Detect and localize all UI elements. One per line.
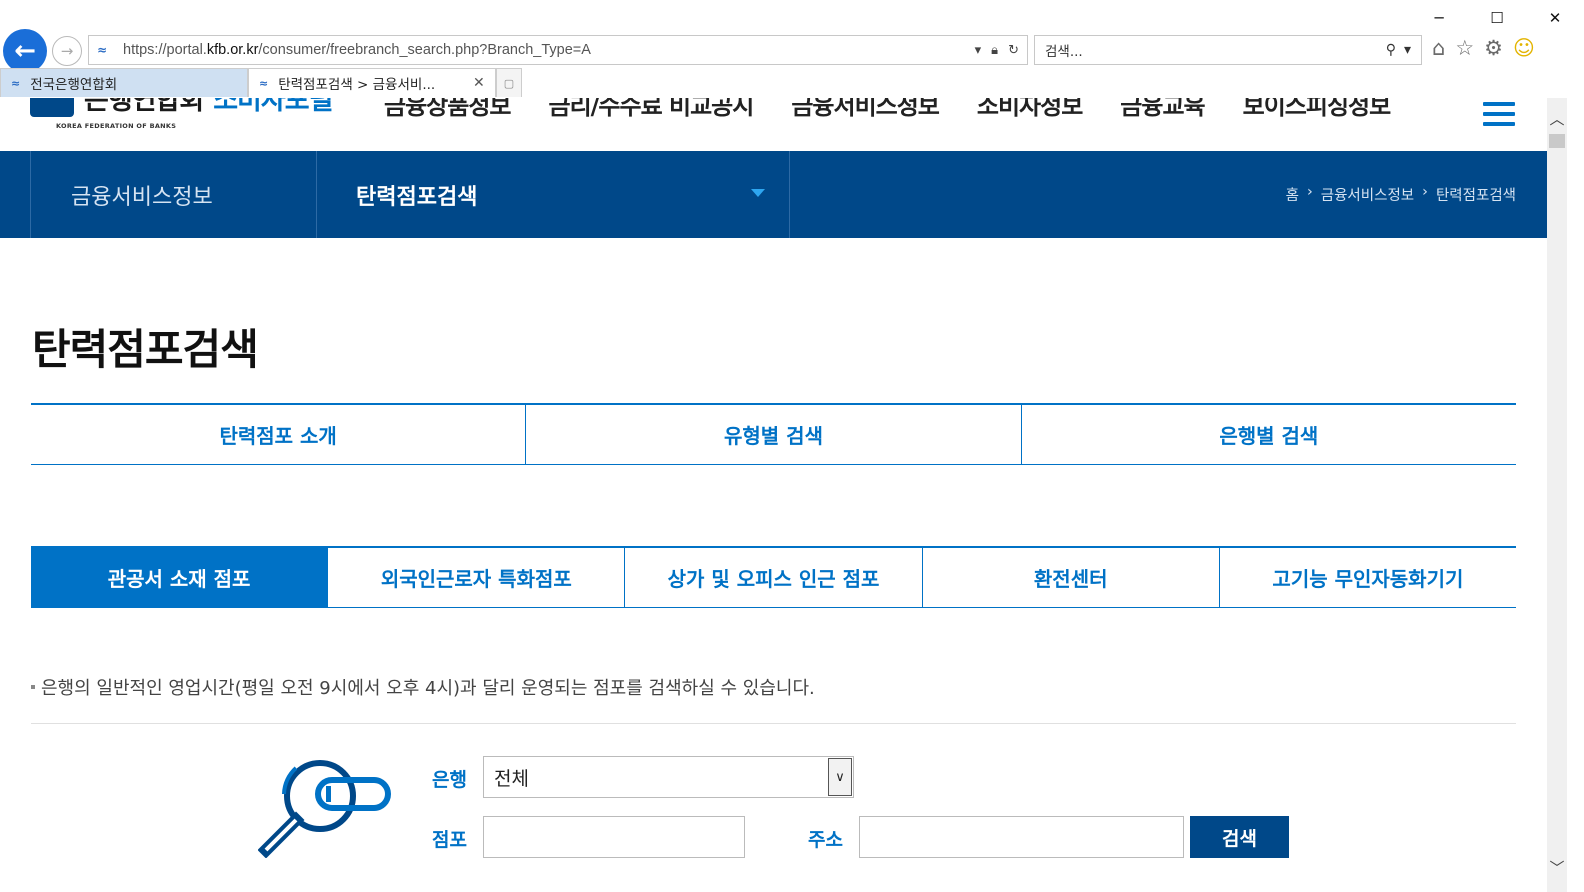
chevron-down-icon: ∨ <box>828 758 852 796</box>
subnav-current-dropdown[interactable]: 탄력점포검색 <box>317 151 790 238</box>
site-logo[interactable]: 은행연합회 소비자포털 <box>30 98 333 117</box>
browser-tabs: ≈ 전국은행연합회 ≈ 탄력점포검색 > 금융서비... ✕ ▢ <box>0 68 522 98</box>
scroll-up-icon[interactable]: ︿ <box>1549 108 1565 129</box>
site-favicon-icon: ≈ <box>96 43 108 57</box>
settings-gear-icon[interactable]: ⚙ <box>1484 36 1503 60</box>
close-button[interactable]: ✕ <box>1526 0 1584 36</box>
new-tab-icon: ▢ <box>503 76 515 90</box>
type-tabs: 관공서 소재 점포 외국인근로자 특화점포 상가 및 오피스 인근 점포 환전센… <box>31 546 1516 608</box>
browser-tab-active[interactable]: ≈ 탄력점포검색 > 금융서비... ✕ <box>248 68 496 97</box>
magnifier-illustration-icon <box>258 760 391 858</box>
new-tab-button[interactable]: ▢ <box>496 68 522 97</box>
browser-search-input[interactable]: 검색... ⚲ ▾ <box>1034 35 1422 65</box>
tab-government-office[interactable]: 관공서 소재 점포 <box>31 548 329 607</box>
bank-label: 은행 <box>432 769 467 791</box>
search-button[interactable]: 검색 <box>1190 816 1289 858</box>
search-dropdown-icon[interactable]: ▾ <box>1404 42 1411 58</box>
scroll-down-icon[interactable]: ﹀ <box>1549 857 1565 878</box>
breadcrumb-item[interactable]: 탄력점포검색 <box>1436 184 1516 205</box>
refresh-icon[interactable]: ↻ <box>1008 43 1019 58</box>
tab-exchange-center[interactable]: 환전센터 <box>923 548 1220 607</box>
tab-favicon-icon: ≈ <box>259 76 269 90</box>
tab-favicon-icon: ≈ <box>11 76 21 90</box>
chevron-right-icon: › <box>1422 184 1428 200</box>
dropdown-arrow-icon[interactable]: ▾ <box>975 43 982 58</box>
gnb-item[interactable]: 보이스피싱정보 <box>1243 98 1392 121</box>
divider <box>31 723 1516 724</box>
tab-shopping-office[interactable]: 상가 및 오피스 인근 점포 <box>625 548 923 607</box>
feedback-smiley-icon[interactable]: ☺ <box>1513 36 1535 60</box>
logo-mark <box>30 98 74 117</box>
tab-intro[interactable]: 탄력점포 소개 <box>31 405 527 464</box>
breadcrumb-home[interactable]: 홈 <box>1286 184 1299 205</box>
chevron-right-icon: › <box>1306 184 1313 200</box>
branch-label: 점포 <box>432 829 467 851</box>
page-viewport: 은행연합회 소비자포털 KOREA FEDERATION OF BANKS 금융… <box>0 98 1547 892</box>
scroll-thumb[interactable] <box>1549 134 1565 148</box>
url-text[interactable]: https://portal.kfb.or.kr/consumer/freebr… <box>115 42 975 58</box>
sub-navigation: 금융서비스정보 탄력점포검색 홈 › 금융서비스정보 › 탄력점포검색 <box>0 151 1547 238</box>
caret-down-icon <box>751 189 765 197</box>
browser-chrome: ─ ☐ ✕ ← → ≈ https://portal.kfb.or.kr/con… <box>0 0 1584 98</box>
vertical-scrollbar[interactable]: ︿ ﹀ <box>1547 98 1567 892</box>
forward-button[interactable]: → <box>52 36 82 66</box>
subnav-section[interactable]: 금융서비스정보 <box>30 151 317 238</box>
tab-bank-search[interactable]: 은행별 검색 <box>1022 405 1516 464</box>
gnb-item[interactable]: 금리/수수료 비교공시 <box>548 98 754 121</box>
tab-smart-kiosk[interactable]: 고기능 무인자동화기기 <box>1220 548 1516 607</box>
tab-close-icon[interactable]: ✕ <box>473 75 495 91</box>
search-icon[interactable]: ⚲ <box>1386 42 1396 58</box>
toolbar-icons: ⌂ ☆ ⚙ ☺ <box>1432 36 1535 60</box>
gnb-item[interactable]: 금융교육 <box>1120 98 1205 121</box>
description: 은행의 일반적인 영업시간(평일 오전 9시에서 오후 4시)과 달리 운영되는… <box>31 674 815 700</box>
primary-tabs: 탄력점포 소개 유형별 검색 은행별 검색 <box>31 403 1516 465</box>
minimize-button[interactable]: ─ <box>1410 0 1468 36</box>
gnb-item[interactable]: 금융상품정보 <box>384 98 511 121</box>
browser-tab[interactable]: ≈ 전국은행연합회 <box>0 68 248 97</box>
window-edge <box>1567 98 1584 892</box>
address-input[interactable] <box>859 816 1184 858</box>
menu-hamburger-icon[interactable] <box>1483 102 1515 132</box>
maximize-button[interactable]: ☐ <box>1468 0 1526 36</box>
arrow-left-icon: ← <box>14 36 36 66</box>
gnb-item[interactable]: 소비자정보 <box>977 98 1083 121</box>
global-nav: 금융상품정보 금리/수수료 비교공시 금융서비스정보 소비자정보 금융교육 보이… <box>384 98 1392 121</box>
address-bar[interactable]: ≈ https://portal.kfb.or.kr/consumer/free… <box>88 35 1028 65</box>
favorites-star-icon[interactable]: ☆ <box>1455 36 1474 60</box>
bank-select[interactable]: 전체 ∨ <box>483 756 854 798</box>
back-button[interactable]: ← <box>3 29 47 73</box>
breadcrumb-item[interactable]: 금융서비스정보 <box>1321 184 1414 205</box>
page-title: 탄력점포검색 <box>32 325 259 374</box>
home-icon[interactable]: ⌂ <box>1432 36 1445 60</box>
address-label: 주소 <box>808 829 843 851</box>
site-header: 은행연합회 소비자포털 KOREA FEDERATION OF BANKS 금융… <box>0 98 1547 151</box>
tab-type-search[interactable]: 유형별 검색 <box>526 405 1022 464</box>
branch-input[interactable] <box>483 816 745 858</box>
logo-english: KOREA FEDERATION OF BANKS <box>56 122 177 130</box>
tab-foreign-worker[interactable]: 외국인근로자 특화점포 <box>328 548 626 607</box>
bullet-dot <box>31 685 35 689</box>
lock-icon[interactable]: 🔒︎ <box>991 43 998 58</box>
window-controls: ─ ☐ ✕ <box>1410 0 1584 36</box>
arrow-right-icon: → <box>60 42 74 60</box>
breadcrumb: 홈 › 금융서비스정보 › 탄력점포검색 <box>1286 184 1516 205</box>
gnb-item[interactable]: 금융서비스정보 <box>791 98 940 121</box>
